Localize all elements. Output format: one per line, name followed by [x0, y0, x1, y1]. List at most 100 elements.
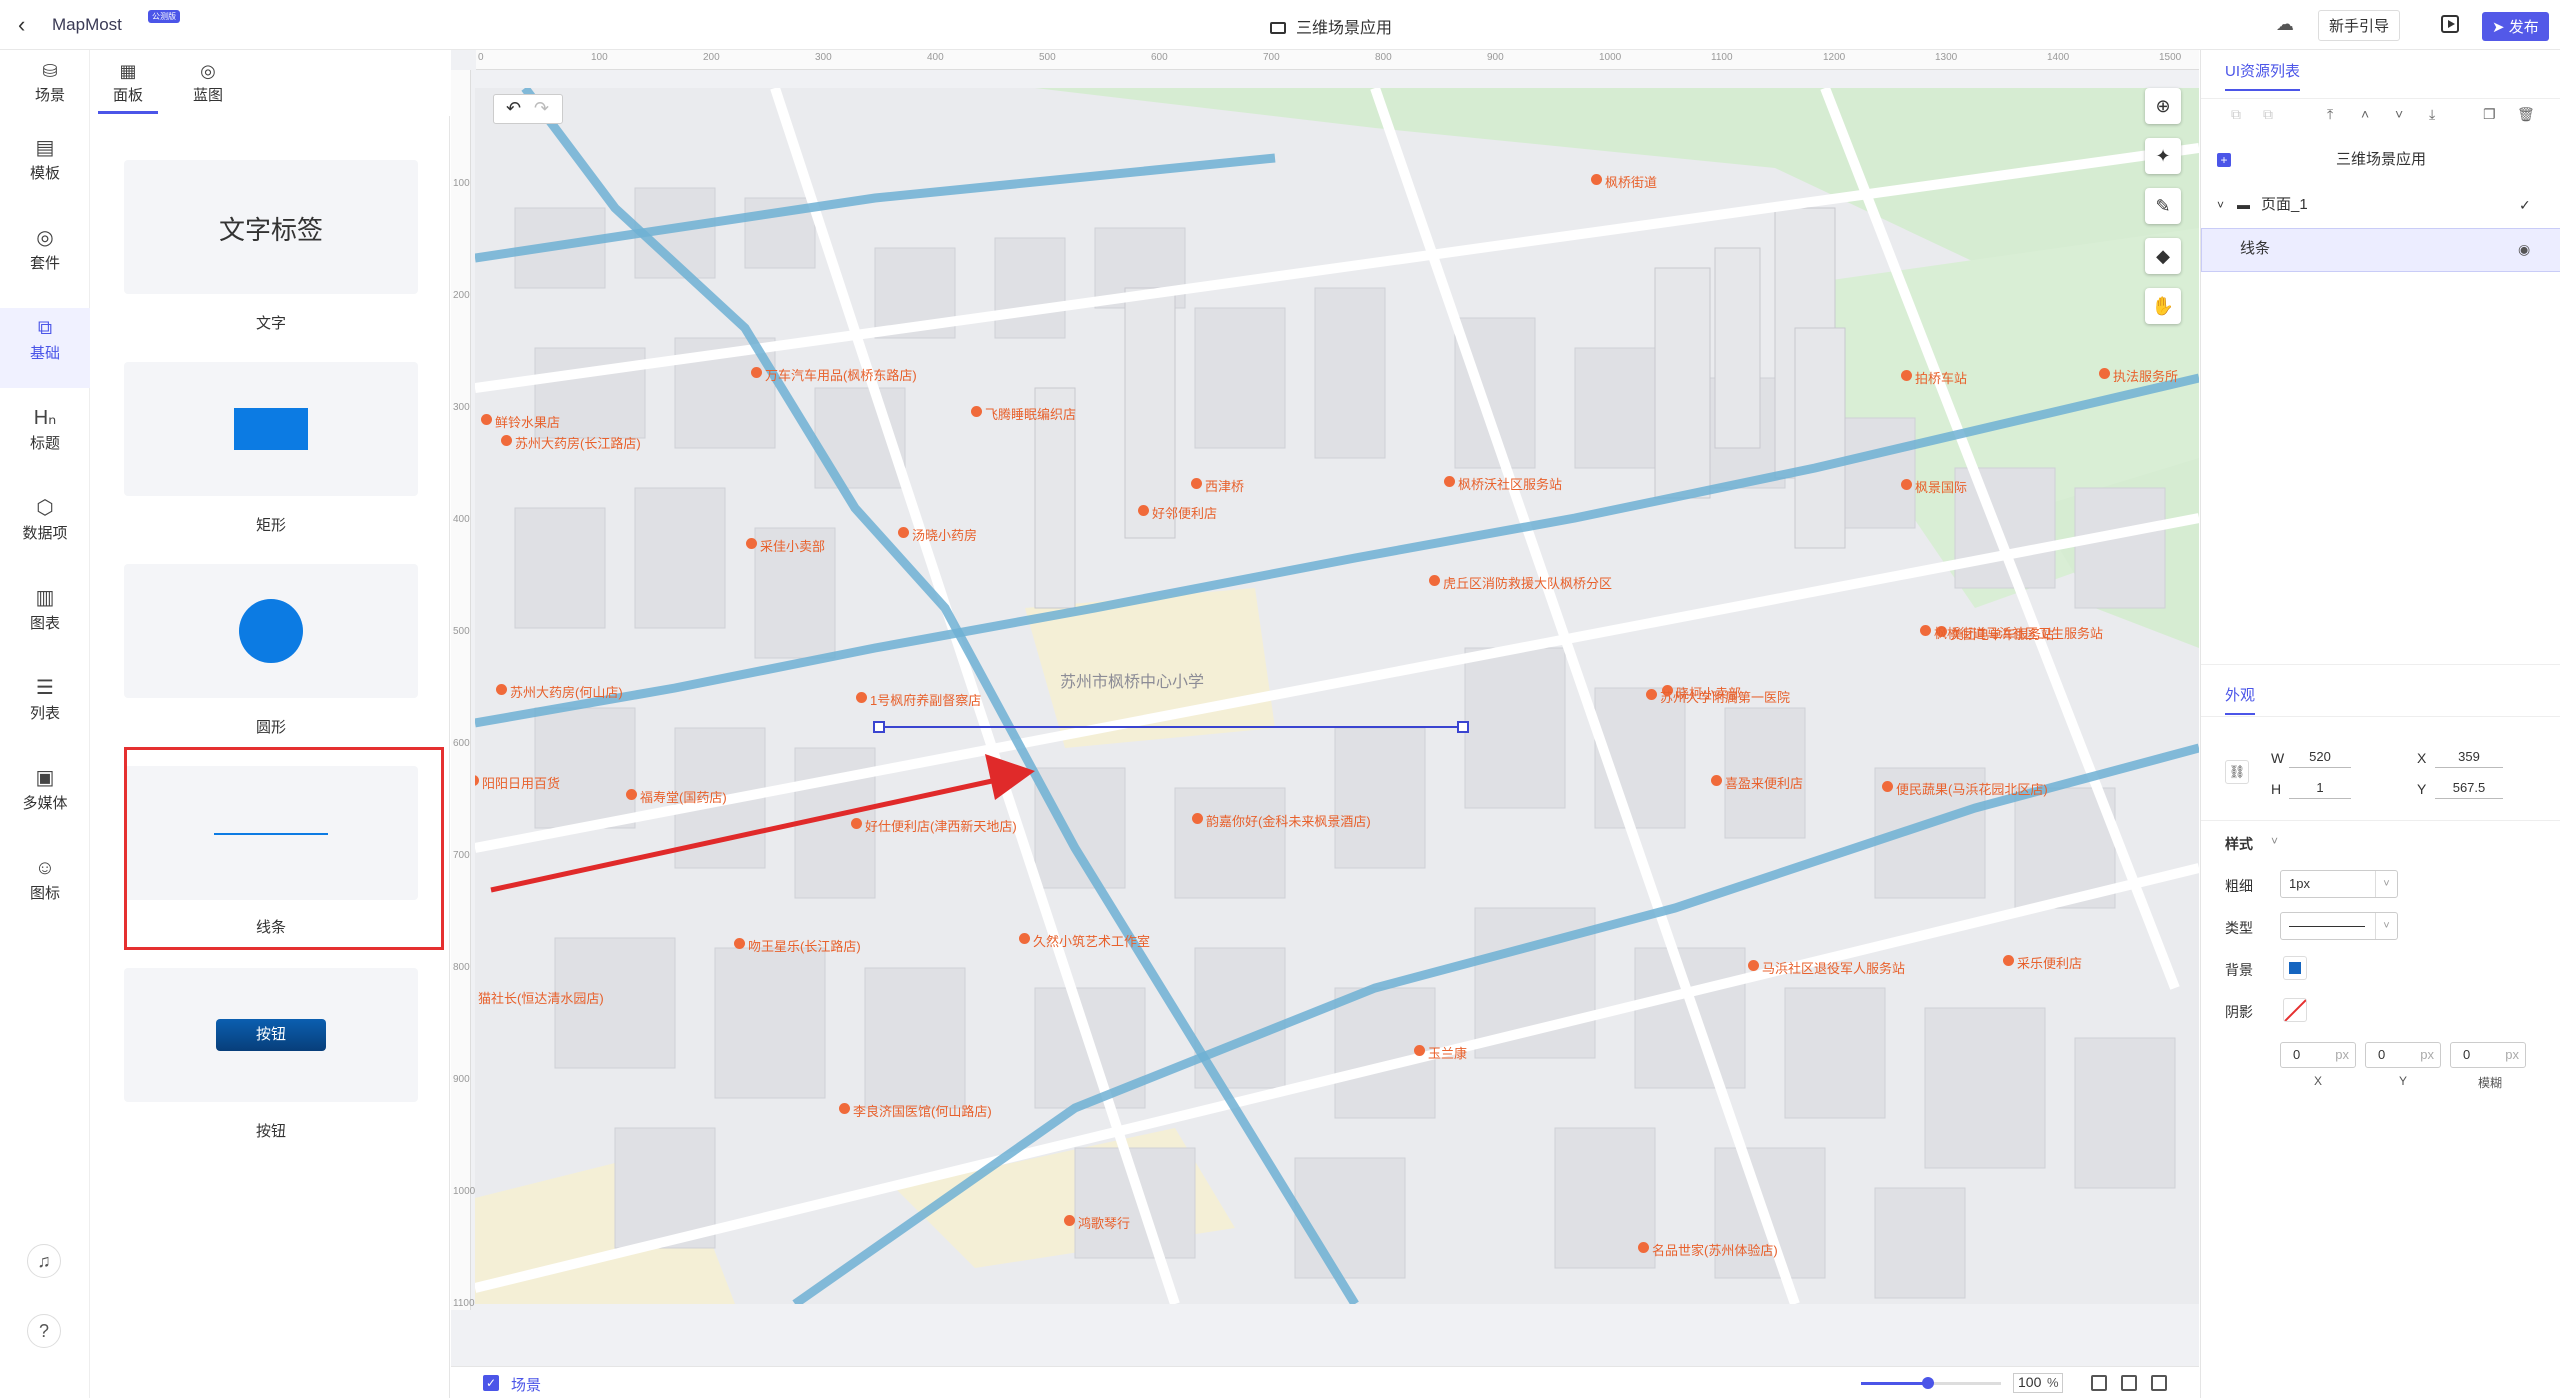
delete-icon[interactable]: 🗑 — [2517, 106, 2535, 123]
poi-label[interactable]: 枫桥街道 — [1591, 172, 1657, 191]
poi-label[interactable]: 久然小筑艺术工作室 — [1019, 931, 1150, 950]
tab-ui-resources[interactable]: UI资源列表 — [2225, 60, 2301, 91]
chevron-left-icon[interactable]: ‹ — [18, 12, 25, 38]
poi-label[interactable]: 枫桥沃社区服务站 — [1444, 474, 1562, 493]
cube-icon[interactable]: ◆ — [2145, 238, 2181, 274]
poi-label[interactable]: 西津桥 — [1191, 476, 1244, 495]
line-type-select[interactable]: ˅ — [2280, 912, 2398, 940]
rail-item-data[interactable]: ⬡ 数据项 — [0, 494, 90, 543]
map-view[interactable]: 苏州市枫桥中心小学 1号枫府养副督察店 好仕便利店(津西新天地店) 阳阳日用百货 福寿… — [475, 88, 2199, 1304]
tab-appearance[interactable]: 外观 — [2225, 684, 2256, 715]
magic-wand-icon[interactable]: ✦ — [2145, 138, 2181, 174]
poi-label[interactable]: 阳阳日用百货 — [475, 773, 560, 792]
width-input[interactable]: 520 — [2289, 746, 2351, 768]
chevron-down-icon[interactable]: ˅ — [2271, 834, 2278, 848]
move-top-icon[interactable]: ⤒ — [2327, 106, 2333, 123]
height-input[interactable]: 1 — [2289, 777, 2351, 799]
fullscreen-icon[interactable] — [2121, 1375, 2137, 1391]
poi-label[interactable]: 马浜社区退役军人服务站 — [1748, 958, 1905, 977]
component-rect-card[interactable] — [124, 362, 418, 496]
preview-play-icon[interactable] — [2441, 15, 2459, 33]
locate-icon[interactable]: ⊕ — [2145, 88, 2181, 124]
undo-icon[interactable]: ↶ — [506, 98, 521, 119]
poi-label[interactable]: 苏州大药房(何山店) — [496, 682, 623, 701]
x-input[interactable]: 359 — [2435, 746, 2503, 768]
tree-page[interactable]: ˅ ▬ 页面_1 ✓ — [2201, 185, 2560, 225]
shadow-blur-input[interactable]: 0 px — [2450, 1042, 2526, 1068]
shadow-x-input[interactable]: 0 px — [2280, 1042, 2356, 1068]
hand-icon[interactable]: ✋ — [2145, 288, 2181, 324]
grid-icon[interactable] — [2151, 1375, 2167, 1391]
poi-label[interactable]: 苏州大学附属第一医院 — [1646, 687, 1790, 706]
poi-label[interactable]: 万车汽车用品(枫桥东路店) — [751, 365, 917, 384]
rail-item-template[interactable]: ▤ 模板 — [0, 134, 90, 183]
eye-icon[interactable]: ◉ — [2518, 229, 2530, 269]
poi-label[interactable]: 玉兰康 — [1414, 1043, 1467, 1062]
zoom-slider[interactable] — [1861, 1377, 2001, 1389]
poi-label[interactable]: 鲜铃水果店 — [481, 412, 560, 431]
copy-icon[interactable]: ⧉ — [2231, 106, 2241, 123]
cloud-icon[interactable]: ☁ — [2276, 14, 2294, 35]
rail-item-heading[interactable]: Hₙ 标题 — [0, 404, 90, 453]
poi-label[interactable]: 苏州大药房(长江路店) — [501, 433, 641, 452]
help-icon[interactable]: ? — [27, 1314, 61, 1348]
poi-label[interactable]: 汤晓小药房 — [898, 525, 977, 544]
zoom-slider-knob[interactable] — [1922, 1377, 1935, 1389]
measure-icon[interactable]: ✎ — [2145, 188, 2181, 224]
poi-label[interactable]: 福寿堂(国药店) — [626, 787, 727, 806]
duplicate-icon[interactable]: ❐ — [2483, 106, 2496, 123]
guide-button[interactable]: 新手引导 — [2318, 10, 2401, 41]
poi-label[interactable]: 便民蔬果(马浜花园北区店) — [1882, 779, 2048, 798]
poi-label[interactable]: 拍桥车站 — [1901, 368, 1967, 387]
tree-root[interactable]: + 三维场景应用 — [2201, 140, 2560, 180]
bg-color-swatch[interactable] — [2283, 956, 2307, 980]
poi-label[interactable]: 虎丘区消防救援大队枫桥分区 — [1429, 573, 1612, 592]
poi-label[interactable]: 采佳小卖部 — [746, 536, 825, 555]
rail-item-icon[interactable]: ☺ 图标 — [0, 854, 90, 903]
paste-icon[interactable]: ⧉ — [2263, 106, 2273, 123]
tree-layer-line[interactable]: 线条 ◉ — [2201, 228, 2560, 272]
rail-item-chart[interactable]: ▥ 图表 — [0, 584, 90, 633]
publish-button[interactable]: ➤ 发布 — [2482, 12, 2549, 41]
poi-label[interactable]: 枫景国际 — [1901, 477, 1967, 496]
move-up-icon[interactable]: ˄ — [2361, 106, 2369, 122]
tab-panel[interactable]: ▦ 面板 — [98, 58, 158, 114]
poi-label[interactable]: 采乐便利店 — [2003, 953, 2082, 972]
poi-label[interactable]: 1号枫府养副督察店 — [856, 690, 981, 709]
resize-handle[interactable] — [1457, 721, 1469, 733]
move-down-icon[interactable]: ˅ — [2395, 106, 2403, 122]
chevron-down-icon[interactable]: ˅ — [2217, 185, 2224, 225]
rail-item-basic[interactable]: ⧉ 基础 — [0, 308, 90, 388]
poi-label[interactable]: 枫桥街道马浜社区卫生服务站 — [1920, 623, 2103, 642]
poi-label[interactable]: 韵嘉你好(金科未来枫景酒店) — [1192, 811, 1371, 830]
fit-view-icon[interactable] — [2091, 1375, 2107, 1391]
poi-label[interactable]: 喜盈来便利店 — [1711, 773, 1803, 792]
poi-label[interactable]: 执法服务所 — [2099, 366, 2178, 385]
support-icon[interactable]: ♫ — [27, 1244, 61, 1278]
rail-item-kit[interactable]: ◎ 套件 — [0, 224, 90, 273]
poi-label[interactable]: 名品世家(苏州体验店) — [1638, 1240, 1778, 1259]
rail-item-media[interactable]: ▣ 多媒体 — [0, 764, 90, 813]
poi-label[interactable]: 飞腾睡眠编织店 — [971, 404, 1076, 423]
poi-label[interactable]: 鸿歌琴行 — [1064, 1213, 1130, 1232]
shadow-color-swatch[interactable] — [2283, 998, 2307, 1022]
tab-scene[interactable]: ⛁ 场景 — [20, 58, 80, 114]
check-icon[interactable]: ✓ — [2519, 185, 2531, 225]
resize-handle[interactable] — [873, 721, 885, 733]
rail-item-list[interactable]: ☰ 列表 — [0, 674, 90, 723]
poi-label[interactable]: 好邻便利店 — [1138, 503, 1217, 522]
component-button-card[interactable]: 按钮 — [124, 968, 418, 1102]
redo-icon[interactable]: ↷ — [534, 98, 549, 119]
link-icon[interactable]: ⛓ — [2225, 760, 2249, 784]
poi-label[interactable]: 好仕便利店(津西新天地店) — [851, 816, 1017, 835]
component-circle-card[interactable] — [124, 564, 418, 698]
weight-select[interactable]: 1px ˅ — [2280, 870, 2398, 898]
scene-checkbox[interactable]: ✓ — [483, 1375, 499, 1391]
poi-label[interactable]: 猫社长(恒达清水园店) — [478, 988, 604, 1007]
poi-label[interactable]: 吻王星乐(长江路店) — [734, 936, 861, 955]
move-bottom-icon[interactable]: ⤓ — [2429, 106, 2435, 123]
tab-blueprint[interactable]: ◎ 蓝图 — [178, 58, 238, 114]
shadow-y-input[interactable]: 0 px — [2365, 1042, 2441, 1068]
component-text-card[interactable]: 文字标签 — [124, 160, 418, 294]
y-input[interactable]: 567.5 — [2435, 777, 2503, 799]
